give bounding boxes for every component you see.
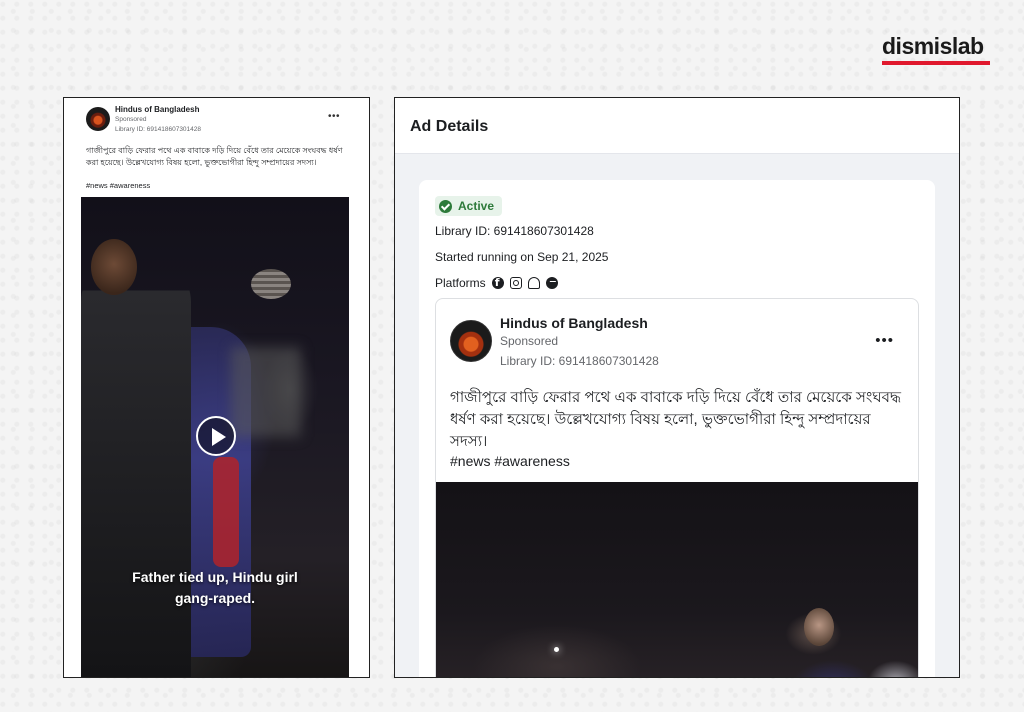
logo-underline xyxy=(882,61,990,65)
started-running: Started running on Sep 21, 2025 xyxy=(435,250,609,264)
sponsored-label: Sponsored xyxy=(500,334,559,348)
video-light xyxy=(554,647,559,652)
library-id: Library ID: 691418607301428 xyxy=(500,354,659,368)
library-id: Library ID: 691418607301428 xyxy=(435,224,594,238)
blurred-region xyxy=(231,347,301,437)
check-circle-icon xyxy=(439,199,452,213)
ad-details-header: Ad Details xyxy=(395,98,959,154)
messenger-icon xyxy=(545,277,558,289)
facebook-icon xyxy=(491,276,504,289)
ad-details-title: Ad Details xyxy=(410,118,489,135)
ad-details-card: Active Library ID: 691418607301428 Start… xyxy=(419,180,935,677)
ad-video[interactable] xyxy=(436,482,918,677)
caption-line: Father tied up, Hindu girl xyxy=(132,569,298,585)
play-icon[interactable] xyxy=(196,416,236,456)
page-avatar[interactable] xyxy=(450,320,492,362)
page-avatar[interactable] xyxy=(86,107,110,131)
ad-post-header: Hindus of Bangladesh Sponsored Library I… xyxy=(86,105,344,137)
video-figure-head xyxy=(251,269,291,299)
platforms-row: Platforms xyxy=(435,276,558,290)
status-text: Active xyxy=(458,199,495,213)
ad-screenshot-panel: Hindus of Bangladesh Sponsored Library I… xyxy=(63,97,370,678)
ad-body-text: গাজীপুরে বাড়ি ফেরার পথে এক বাবাকে দড়ি … xyxy=(450,389,901,450)
more-options-icon[interactable]: ••• xyxy=(328,111,340,122)
ad-video[interactable]: Father tied up, Hindu girl gang-raped. xyxy=(81,197,349,677)
video-caption: Father tied up, Hindu girl gang-raped. xyxy=(81,567,349,609)
logo-text: dismislab xyxy=(882,33,984,59)
dismislab-logo: dismislab xyxy=(882,34,990,65)
ad-hashtags[interactable]: #news #awareness xyxy=(450,453,570,469)
ad-details-panel: Ad Details Active Library ID: 6914186073… xyxy=(394,97,960,678)
status-badge: Active xyxy=(435,196,503,216)
instagram-icon xyxy=(509,277,522,289)
ad-hashtags[interactable]: #news #awareness xyxy=(86,181,150,190)
video-figure-head xyxy=(804,608,834,646)
ad-preview: Hindus of Bangladesh Sponsored Library I… xyxy=(435,298,919,677)
platforms-label: Platforms xyxy=(435,276,486,290)
video-figure xyxy=(81,257,191,677)
library-id: Library ID: 691418607301428 xyxy=(115,126,202,133)
video-figure-head xyxy=(91,239,137,295)
sponsored-label: Sponsored xyxy=(115,116,147,123)
more-options-icon[interactable]: ••• xyxy=(875,332,894,349)
caption-line: gang-raped. xyxy=(174,590,256,606)
page-name[interactable]: Hindus of Bangladesh xyxy=(115,105,199,114)
video-detail xyxy=(213,457,239,567)
ad-post: Hindus of Bangladesh Sponsored Library I… xyxy=(79,98,351,677)
audience-network-icon xyxy=(527,277,540,289)
page-name[interactable]: Hindus of Bangladesh xyxy=(500,315,648,331)
ad-body-text: গাজীপুরে বাড়ি ফেরার পথে এক বাবাকে দড়ি … xyxy=(86,146,343,167)
